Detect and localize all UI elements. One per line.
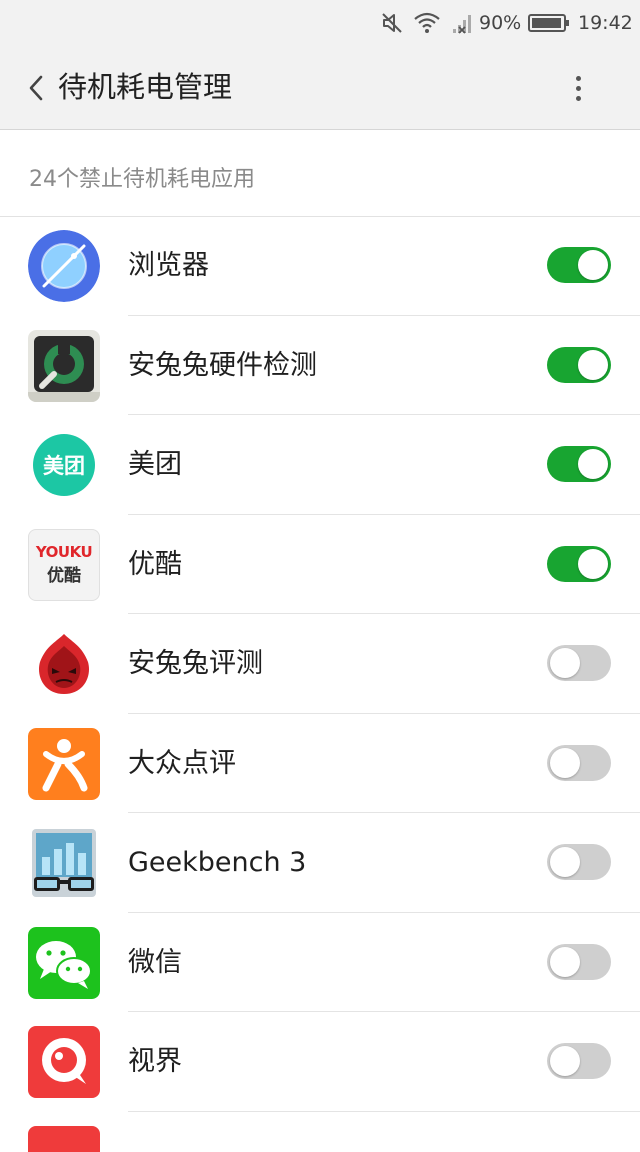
standby-toggle[interactable] [547,943,611,980]
toggle-knob [550,946,580,977]
toggle-knob [550,1046,580,1076]
list-item[interactable]: 大众点评 [0,714,640,813]
toggle-knob [550,847,580,877]
app-name: 视界 [128,1046,182,1077]
wifi-icon [413,0,441,46]
app-name: 优酷 [128,548,182,580]
toggle-knob [578,548,608,579]
more-dot [575,85,581,91]
toggle-knob [578,250,608,280]
list-item[interactable]: 安兔兔硬件检测 [0,316,640,415]
standby-toggle[interactable] [547,346,611,383]
page-title: 待机耗电管理 [58,70,233,104]
app-name: 美团 [128,449,182,480]
toggle-knob [578,449,608,479]
browser-icon [28,230,100,302]
app-icon-partial [28,1125,100,1152]
battery-percent: 90% [479,12,522,34]
toggle-knob [550,747,580,778]
app-bar: 待机耗电管理 [0,46,640,130]
meituan-icon: 美团 [28,429,100,501]
app-list: 浏览器 安兔兔硬件检测 美团 美团 YOUKU 优酷 优酷 安兔兔评测 大众点评… [0,216,640,1152]
standby-toggle[interactable] [547,247,611,283]
list-item[interactable]: 美团 美团 [0,415,640,515]
list-item-partial[interactable] [0,1112,640,1152]
standby-toggle[interactable] [547,1043,611,1079]
section-header: 24个禁止待机耗电应用 [0,130,640,217]
youku-logo-text: YOUKU [35,543,93,561]
section-header-label: 24个禁止待机耗电应用 [29,167,255,192]
list-item[interactable]: 安兔兔评测 [0,614,640,714]
app-name: 微信 [128,946,182,978]
back-button[interactable] [18,68,54,108]
signal-icon [450,0,474,46]
list-item[interactable]: Geekbench 3 [0,813,640,913]
list-item[interactable]: 视界 [0,1012,640,1112]
youku-icon: YOUKU 优酷 [28,528,100,601]
list-item[interactable]: 微信 [0,913,640,1012]
battery-icon [528,0,570,46]
toggle-knob [550,648,580,678]
dianping-icon [28,727,100,800]
status-bar: 90% 19:42 [0,0,640,46]
app-name: 安兔兔硬件检测 [128,349,317,381]
mute-icon [380,0,404,46]
chevron-left-icon [29,75,43,101]
wechat-icon [28,926,100,999]
more-vertical-icon [575,75,581,81]
standby-toggle[interactable] [547,744,611,781]
standby-toggle[interactable] [547,645,611,681]
app-name: Geekbench 3 [128,847,307,878]
app-name: 大众点评 [128,747,236,779]
meituan-logo: 美团 [33,434,95,496]
antutu-hardware-icon [28,329,100,402]
toggle-knob [578,349,608,380]
standby-toggle[interactable] [547,545,611,582]
clock: 19:42 [578,12,633,34]
standby-toggle[interactable] [547,844,611,880]
shijie-icon [28,1026,100,1098]
list-item[interactable]: 浏览器 [0,216,640,316]
youku-logo-cn: 优酷 [47,566,81,586]
more-options-button[interactable] [560,68,596,108]
app-name: 浏览器 [128,250,209,281]
geekbench-icon [28,827,100,899]
list-item[interactable]: YOUKU 优酷 优酷 [0,515,640,614]
antutu-benchmark-icon [28,628,100,700]
standby-toggle[interactable] [547,446,611,482]
more-dot [575,95,581,101]
app-name: 安兔兔评测 [128,648,263,679]
